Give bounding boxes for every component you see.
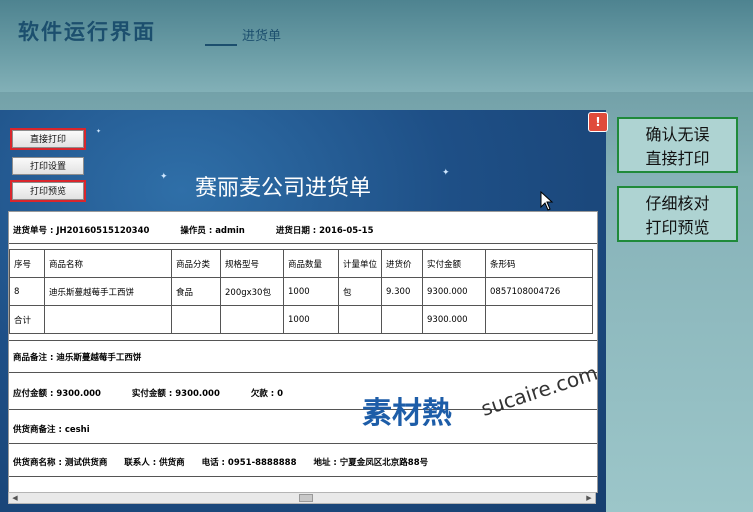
paid-amount: 实付金额 : 9300.000 (131, 389, 220, 399)
column-header: 进货价 (381, 249, 424, 278)
table-cell: 9300.000 (422, 277, 487, 306)
page-subtitle: 进货单 (242, 29, 282, 44)
goods-table: 序号 商品名称 商品分类 规格型号 商品数量 计量单位 进货价 实付金额 条形码… (9, 249, 593, 334)
table-cell: 0857108004726 (485, 277, 593, 306)
divider (9, 340, 597, 341)
payable-amount: 应付金额 : 9300.000 (13, 389, 101, 399)
column-header: 商品数量 (283, 249, 339, 278)
table-cell: 合计 (9, 305, 45, 334)
supplier-info: 供货商名称 : 测试供货商 联系人 : 供货商 电话 : 0951-888888… (13, 456, 456, 468)
column-header: 实付金额 (422, 249, 487, 278)
supplier-name: 供货商名称 : 测试供货商 (13, 458, 108, 468)
column-header: 商品分类 (171, 249, 221, 278)
table-cell: 食品 (171, 277, 221, 306)
star-icon: ✦ (442, 168, 450, 178)
star-icon: ✦ (96, 128, 102, 135)
order-info: 进货单号 : JH20160515120340 操作员 : admin 进货日期… (13, 224, 402, 236)
divider (9, 372, 597, 373)
table-cell (485, 305, 593, 334)
amount-info: 应付金额 : 9300.000 实付金额 : 9300.000 欠款 : 0 (13, 387, 311, 399)
header-band (0, 0, 753, 92)
order-number: 进货单号 : JH20160515120340 (13, 226, 150, 236)
close-button[interactable]: ! (588, 112, 608, 132)
phone-number: 电话 : 0951-8888888 (201, 458, 297, 468)
goods-note: 商品备注 : 迪乐斯蔓越莓手工西饼 (13, 353, 142, 363)
order-date: 进货日期 : 2016-05-15 (275, 226, 374, 236)
table-header: 序号 商品名称 商品分类 规格型号 商品数量 计量单位 进货价 实付金额 条形码 (9, 249, 593, 278)
watermark-logo: 素材熱 (362, 396, 452, 431)
column-header: 条形码 (485, 249, 593, 278)
table-row-total: 合计 1000 9300.000 (9, 305, 593, 334)
table-cell: 200gx30包 (220, 277, 284, 306)
page-title: 软件运行界面 (18, 19, 156, 44)
column-header: 序号 (9, 249, 45, 278)
note-line: 直接打印 (645, 149, 710, 168)
direct-print-button[interactable]: 直接打印 (10, 128, 86, 150)
scrollbar-thumb[interactable] (299, 494, 313, 502)
column-header: 规格型号 (220, 249, 284, 278)
contact-person: 联系人 : 供货商 (124, 458, 185, 468)
star-icon: ✦ (160, 172, 168, 182)
table-cell: 1000 (283, 277, 339, 306)
table-cell (381, 305, 424, 334)
column-header: 计量单位 (337, 249, 383, 278)
table-row: 8 迪乐斯蔓越莓手工西饼 食品 200gx30包 1000 包 9.300 93… (9, 277, 593, 306)
table-cell: 8 (9, 277, 45, 306)
column-header: 商品名称 (44, 249, 172, 278)
table-cell: 9.300 (381, 277, 424, 306)
horizontal-scrollbar[interactable]: ◀ ▶ (8, 492, 596, 504)
scroll-left-icon[interactable]: ◀ (9, 493, 21, 503)
divider (9, 476, 597, 477)
address: 地址 : 宁夏金凤区北京路88号 (313, 458, 429, 468)
table-cell: 迪乐斯蔓越莓手工西饼 (44, 277, 172, 306)
note-print-preview: 仔细核对 打印预览 (617, 186, 738, 242)
document-title: 赛丽麦公司进货单 (195, 176, 372, 201)
divider (9, 443, 597, 444)
owed-amount: 欠款 : 0 (250, 389, 284, 399)
scroll-right-icon[interactable]: ▶ (583, 493, 595, 503)
report-paper: 进货单号 : JH20160515120340 操作员 : admin 进货日期… (8, 211, 598, 493)
note-line: 打印预览 (645, 218, 710, 237)
operator: 操作员 : admin (180, 226, 245, 236)
note-line: 确认无误 (645, 125, 710, 144)
note-line: 仔细核对 (645, 194, 710, 213)
print-preview-button[interactable]: 打印预览 (10, 180, 86, 202)
table-cell: 包 (337, 277, 383, 306)
print-setup-button[interactable]: 打印设置 (12, 157, 84, 175)
mouse-cursor-icon (540, 191, 554, 211)
note-direct-print: 确认无误 直接打印 (617, 117, 738, 173)
table-cell (44, 305, 172, 334)
supplier-note: 供货商备注 : ceshi (13, 425, 90, 435)
table-cell: 9300.000 (422, 305, 487, 334)
title-underline (205, 44, 237, 46)
table-cell (171, 305, 221, 334)
table-cell: 1000 (283, 305, 339, 334)
table-cell (337, 305, 383, 334)
table-cell (220, 305, 284, 334)
divider (9, 243, 597, 244)
